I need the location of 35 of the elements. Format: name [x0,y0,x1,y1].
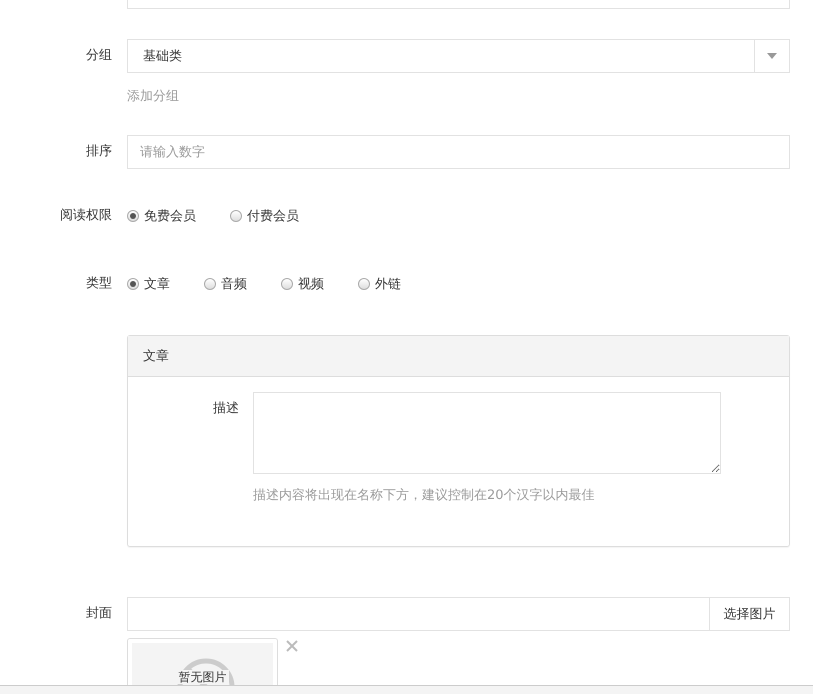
input-field[interactable] [127,0,790,9]
radio-label[interactable]: 免费会员 [144,207,196,225]
radio-option[interactable]: 文章 [127,275,170,293]
cover-field[interactable]: 选择图片 [127,597,790,631]
no-image-text: 暂无图片 [176,670,228,684]
panel-title: 文章 [128,336,789,377]
radio-label[interactable]: 外链 [375,275,401,293]
field-label: 封面 [85,605,112,623]
field-label: 排序 [85,143,112,161]
field-label: 类型 [85,275,112,293]
radio-label[interactable]: 文章 [144,275,170,293]
radio-option[interactable]: 付费会员 [230,207,299,225]
radio-option[interactable]: 音频 [204,275,247,293]
radio-icon[interactable] [281,278,293,290]
radio-icon[interactable] [127,210,139,222]
radio-icon[interactable] [127,278,139,290]
radio-option[interactable]: 免费会员 [127,207,196,225]
help-text: 描述内容将出现在名称下方，建议控制在20个汉字以内最佳 [253,487,596,504]
radio-label[interactable]: 视频 [298,275,324,293]
radio-option[interactable]: 外链 [358,275,401,293]
description-input[interactable] [253,392,721,474]
radio-icon[interactable] [358,278,370,290]
close-icon[interactable] [286,640,298,652]
radio-label[interactable]: 付费会员 [247,207,299,225]
field-label: 分组 [85,47,112,65]
field-label: 描述 [212,400,239,418]
radio-option[interactable]: 视频 [281,275,324,293]
radio-icon[interactable] [230,210,242,222]
radio-label[interactable]: 音频 [221,275,247,293]
group-select[interactable]: 基础类 [127,39,790,73]
radio-icon[interactable] [204,278,216,290]
field-label: 阅读权限 [59,207,112,225]
select-value: 基础类 [142,48,183,65]
caret-icon [767,53,777,59]
sort-input[interactable]: 请输入数字 [127,135,790,169]
